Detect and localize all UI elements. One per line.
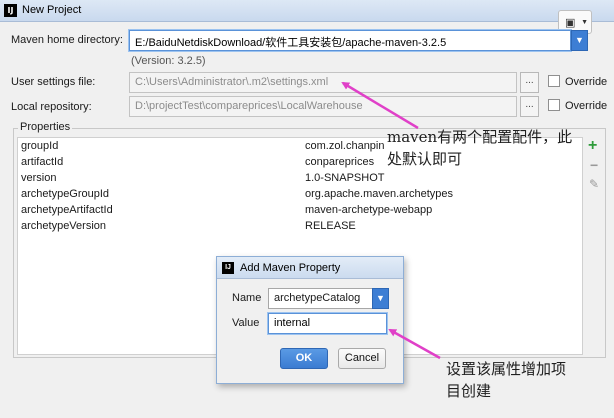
annotation-note-2-line-2: 目创建 xyxy=(446,382,492,400)
remove-icon[interactable]: − xyxy=(590,157,598,173)
annotation-note-1: maven有两个配置配件，此 处默认即可 xyxy=(387,126,572,170)
annotation-note-2-line-1: 设置该属性增加项 xyxy=(446,360,567,378)
ok-button[interactable]: OK xyxy=(280,348,328,369)
dialog-title-bar: IJ Add Maven Property xyxy=(217,257,403,279)
window-title: New Project xyxy=(22,4,82,16)
override-label: Override xyxy=(565,76,608,88)
user-settings-override-checkbox[interactable]: Override xyxy=(548,75,607,88)
table-row[interactable]: archetypeVersion RELEASE xyxy=(18,219,582,235)
intellij-icon: IJ xyxy=(222,262,234,274)
override-label: Override xyxy=(565,100,608,112)
property-key: artifactId xyxy=(21,156,64,168)
picture-icon: ▣ xyxy=(565,16,576,29)
local-repo-override-checkbox[interactable]: Override xyxy=(548,99,607,112)
properties-title: Properties xyxy=(18,121,73,133)
user-settings-label: User settings file: xyxy=(11,76,96,88)
local-repo-label: Local repository: xyxy=(11,101,92,113)
user-settings-browse-button[interactable]: ... xyxy=(520,72,539,93)
user-settings-input[interactable]: C:\Users\Administrator\.m2\settings.xml xyxy=(129,72,517,93)
annotation-note-2: 设置该属性增加项 目创建 xyxy=(446,358,566,402)
maven-home-label: Maven home directory: xyxy=(11,34,123,46)
maven-home-dropdown[interactable]: ▼ xyxy=(571,30,588,51)
property-key: archetypeArtifactId xyxy=(21,204,113,216)
add-maven-property-dialog: IJ Add Maven Property Name archetypeCata… xyxy=(216,256,404,384)
table-row[interactable]: version 1.0-SNAPSHOT xyxy=(18,171,582,187)
value-label: Value xyxy=(232,317,260,329)
property-value: RELEASE xyxy=(305,220,356,232)
property-key: version xyxy=(21,172,57,184)
property-key: archetypeVersion xyxy=(21,220,106,232)
annotation-note-1-line-2: 处默认即可 xyxy=(387,150,463,168)
property-value: org.apache.maven.archetypes xyxy=(305,188,453,200)
intellij-icon: IJ xyxy=(4,4,17,17)
name-select[interactable]: archetypeCatalog xyxy=(268,288,374,309)
maven-home-input[interactable]: E:/BaiduNetdiskDownload/软件工具安装包/apache-m… xyxy=(129,30,571,51)
property-value: conpareprices xyxy=(305,156,375,168)
value-input[interactable]: internal xyxy=(268,313,387,334)
add-icon[interactable]: + xyxy=(588,137,597,155)
edit-icon[interactable]: ✎ xyxy=(589,177,599,191)
table-row[interactable]: archetypeGroupId org.apache.maven.archet… xyxy=(18,187,582,203)
title-bar: IJ New Project xyxy=(0,0,614,22)
chevron-down-icon: ▼ xyxy=(581,19,588,26)
local-repo-input[interactable]: D:\projectTest\compareprices\LocalWareho… xyxy=(129,96,517,117)
dialog-title: Add Maven Property xyxy=(240,262,341,274)
local-repo-browse-button[interactable]: ... xyxy=(520,96,539,117)
checkbox-box[interactable] xyxy=(548,75,560,87)
property-value: 1.0-SNAPSHOT xyxy=(305,172,385,184)
property-key: groupId xyxy=(21,140,59,152)
property-value: maven-archetype-webapp xyxy=(305,204,433,216)
property-key: archetypeGroupId xyxy=(21,188,110,200)
name-label: Name xyxy=(232,292,262,304)
maven-version-text: (Version: 3.2.5) xyxy=(131,55,206,67)
cancel-button[interactable]: Cancel xyxy=(338,348,386,369)
property-value: com.zol.chanpin xyxy=(305,140,385,152)
checkbox-box[interactable] xyxy=(548,99,560,111)
name-dropdown-button[interactable]: ▼ xyxy=(372,288,389,309)
annotation-note-1-line-1: maven有两个配置配件，此 xyxy=(387,128,573,146)
table-row[interactable]: archetypeArtifactId maven-archetype-weba… xyxy=(18,203,582,219)
